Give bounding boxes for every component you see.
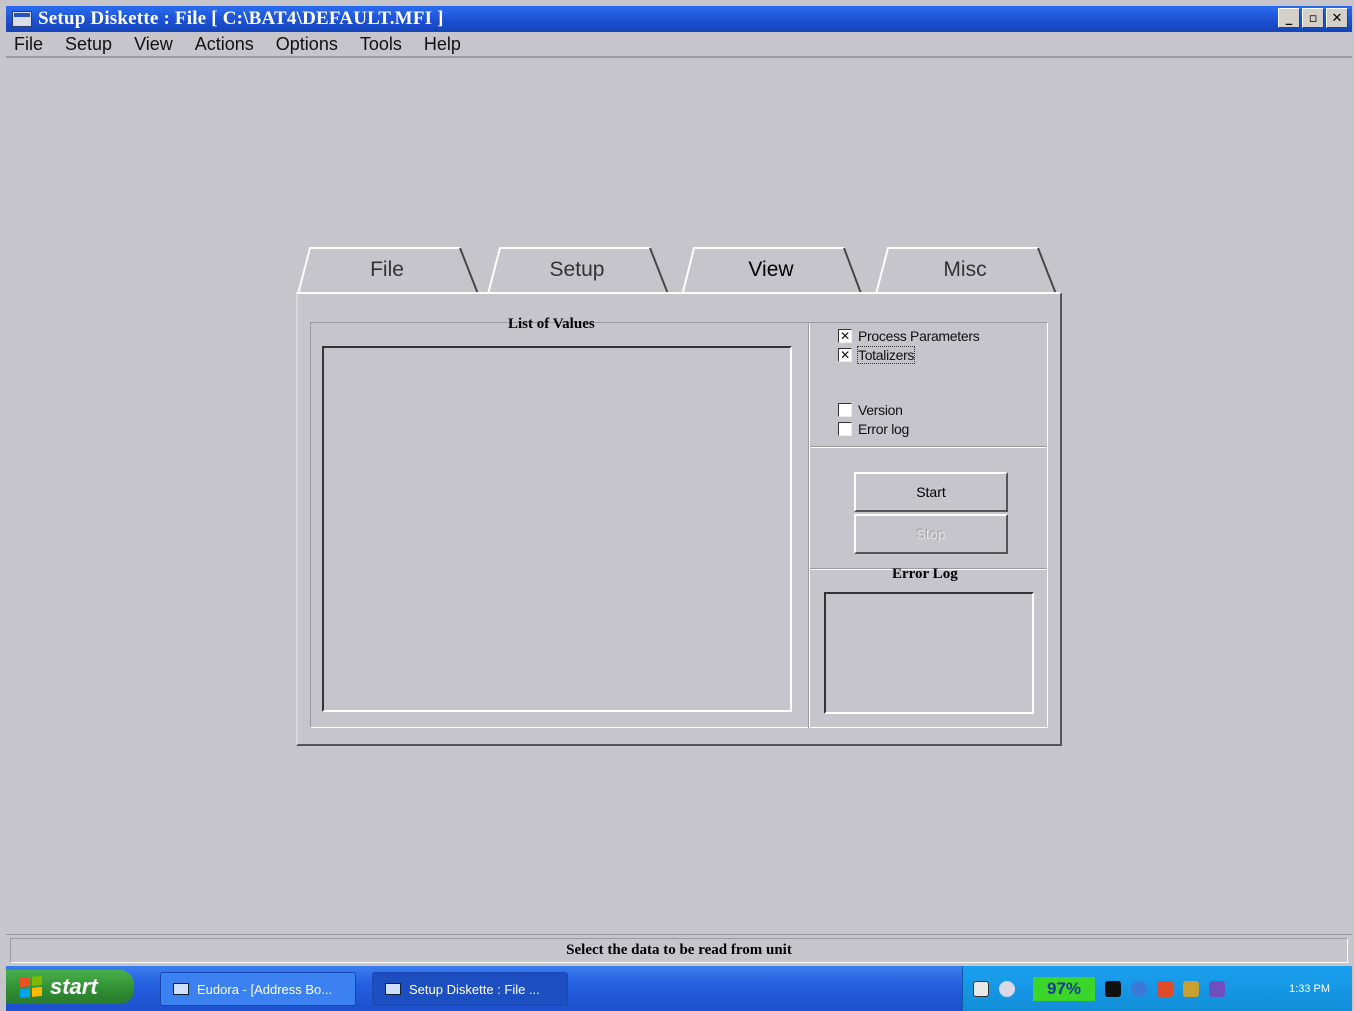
system-tray: 97% 1:33 PM <box>962 966 1352 1011</box>
tab-view-label: View <box>748 258 794 281</box>
start-label: start <box>50 974 98 999</box>
task-eudora-label: Eudora - [Address Bo... <box>197 981 333 997</box>
divider-checkboxes <box>810 446 1046 448</box>
windows-logo-icon <box>20 975 42 999</box>
clock[interactable]: 1:33 PM <box>1289 983 1330 995</box>
close-button[interactable]: ✕ <box>1326 8 1348 28</box>
tab-setup-label: Setup <box>549 258 605 281</box>
status-bar: Select the data to be read from unit <box>6 934 1352 966</box>
tab-strip: File Setup View Misc <box>296 246 1060 297</box>
help-tray-icon[interactable] <box>973 980 989 997</box>
checkbox-process-parameters-label: Process Parameters <box>858 328 980 344</box>
checkbox-totalizers-box[interactable]: ✕ <box>838 348 852 362</box>
start-button[interactable]: Start <box>854 472 1008 512</box>
checkbox-totalizers-label: Totalizers <box>856 346 916 364</box>
vertical-divider <box>808 324 810 728</box>
stop-button: Stop <box>854 514 1008 554</box>
menu-options[interactable]: Options <box>276 34 338 55</box>
checkbox-version-box[interactable] <box>838 403 852 417</box>
checkbox-version-label: Version <box>858 402 903 418</box>
menu-view[interactable]: View <box>134 34 173 55</box>
eudora-icon <box>173 983 189 995</box>
menu-actions[interactable]: Actions <box>195 34 254 55</box>
list-of-values-box[interactable] <box>322 346 792 712</box>
view-tab-panel: List of Values ✕ Process Parameters ✕ To… <box>296 292 1062 746</box>
title-bar[interactable]: Setup Diskette : File [ C:\BAT4\DEFAULT.… <box>6 6 1352 32</box>
checkbox-error-log-box[interactable] <box>838 422 852 436</box>
list-of-values-title: List of Values <box>508 316 595 332</box>
tab-view[interactable]: View <box>680 246 863 297</box>
minimize-button[interactable]: _ <box>1278 8 1300 28</box>
checkbox-error-log[interactable]: Error log <box>838 421 909 437</box>
task-eudora[interactable]: Eudora - [Address Bo... <box>160 972 356 1006</box>
setup-diskette-icon <box>385 983 401 995</box>
checkbox-error-log-label: Error log <box>858 421 909 437</box>
app-icon[interactable] <box>12 11 32 27</box>
menu-bar: File Setup View Actions Options Tools He… <box>6 32 1352 58</box>
menu-setup[interactable]: Setup <box>65 34 112 55</box>
menu-file[interactable]: File <box>14 34 43 55</box>
task-setup-diskette[interactable]: Setup Diskette : File ... <box>372 972 568 1006</box>
window-title: Setup Diskette : File [ C:\BAT4\DEFAULT.… <box>38 8 444 29</box>
security-tray-icon[interactable] <box>1183 980 1200 997</box>
taskbar: start Eudora - [Address Bo... Setup Disk… <box>6 966 1352 1011</box>
status-text: Select the data to be read from unit <box>566 942 792 958</box>
tab-setup[interactable]: Setup <box>486 246 669 295</box>
menu-help[interactable]: Help <box>424 34 461 55</box>
sound-tray-icon[interactable] <box>1209 980 1226 997</box>
checkbox-version[interactable]: Version <box>838 402 903 418</box>
start-button-taskbar[interactable]: start <box>6 970 134 1004</box>
tab-misc[interactable]: Misc <box>874 246 1057 295</box>
task-setup-diskette-label: Setup Diskette : File ... <box>409 981 540 997</box>
tab-file-label: File <box>370 258 404 281</box>
window-controls: _ ▫ ✕ <box>1278 8 1348 28</box>
battery-indicator[interactable]: 97% <box>1033 976 1096 1001</box>
error-log-box[interactable] <box>824 592 1034 714</box>
checkbox-process-parameters-box[interactable]: ✕ <box>838 329 852 343</box>
question-tray-icon[interactable] <box>999 980 1015 997</box>
menu-tools[interactable]: Tools <box>360 34 402 55</box>
tab-file[interactable]: File <box>296 246 479 295</box>
checkbox-process-parameters[interactable]: ✕ Process Parameters <box>838 328 980 344</box>
search-tray-icon[interactable] <box>1131 980 1148 997</box>
tab-misc-label: Misc <box>943 258 987 281</box>
error-log-title: Error Log <box>892 566 958 582</box>
network-tray-icon[interactable] <box>1105 980 1122 997</box>
app-tray-icon[interactable] <box>1157 980 1174 997</box>
checkbox-totalizers[interactable]: ✕ Totalizers <box>838 346 916 364</box>
maximize-button[interactable]: ▫ <box>1302 8 1324 28</box>
